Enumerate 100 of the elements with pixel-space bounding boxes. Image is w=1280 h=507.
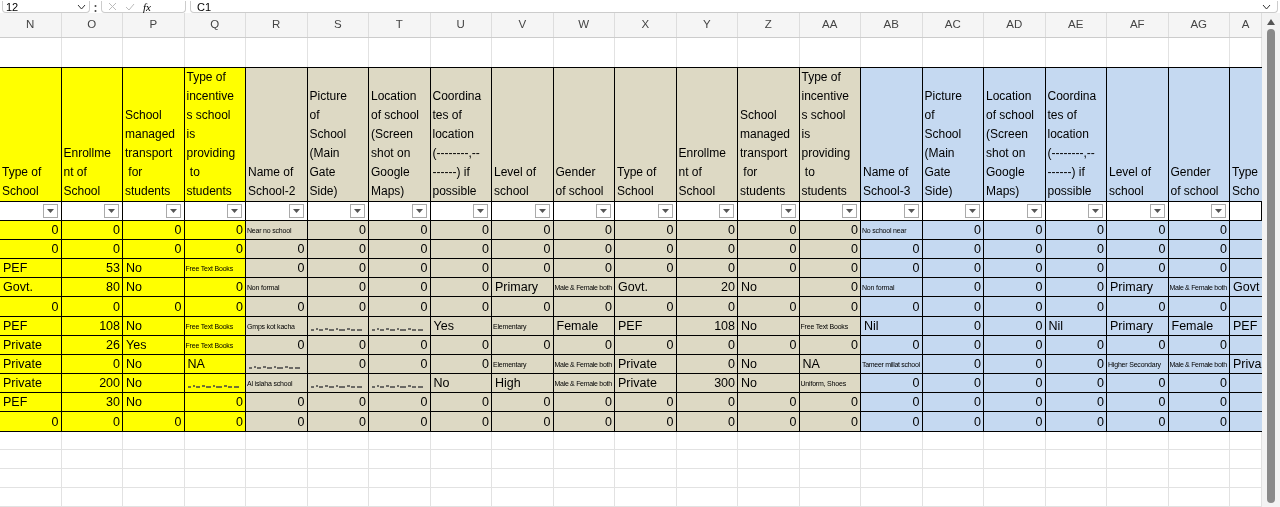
- table-cell: 0: [984, 278, 1046, 298]
- function-label[interactable]: fx: [143, 0, 151, 13]
- filter-dropdown-button[interactable]: [411, 203, 427, 218]
- column-letter[interactable]: AF: [1129, 16, 1145, 34]
- table-header-cell: Type of School: [0, 67, 62, 202]
- column-letter[interactable]: W: [578, 16, 590, 34]
- filter-dropdown-button[interactable]: [473, 203, 488, 218]
- caret-icon: [600, 208, 607, 213]
- table-cell: 0: [184, 412, 246, 432]
- table-cell: 0: [861, 374, 923, 394]
- filter-dropdown-button[interactable]: [42, 203, 58, 218]
- table-cell: 0: [492, 297, 554, 317]
- table-cell: 0: [984, 412, 1046, 432]
- table-header-cell: Coordina tes of location (--------,-- ------) if possible: [430, 67, 492, 202]
- filter-dropdown-button[interactable]: [719, 203, 734, 218]
- filter-dropdown-button[interactable]: [965, 203, 980, 218]
- filter-dropdown-button[interactable]: [104, 203, 119, 218]
- table-header-cell: Picture of School (Main Gate Side): [922, 67, 984, 202]
- column-letter[interactable]: AG: [1190, 16, 1208, 34]
- column-letter[interactable]: V: [518, 16, 527, 34]
- filter-dropdown-button[interactable]: [1026, 203, 1042, 218]
- more-icon[interactable]: [94, 3, 97, 13]
- filter-dropdown-button[interactable]: [1211, 203, 1226, 218]
- table-cell: 0: [799, 393, 861, 413]
- filter-dropdown-button[interactable]: [903, 203, 919, 218]
- table-cell: 0: [738, 297, 800, 317]
- table-cell: 0: [553, 297, 615, 317]
- column-letter[interactable]: T: [395, 16, 403, 34]
- tiny-text-drawing: [371, 326, 425, 331]
- table-cell: 0: [430, 278, 492, 298]
- filter-dropdown-button[interactable]: [780, 203, 796, 218]
- table-cell: 0: [492, 393, 554, 413]
- column-letter[interactable]: Q: [210, 16, 220, 34]
- table-cell: 0: [676, 412, 738, 432]
- filter-dropdown-button[interactable]: [350, 203, 365, 218]
- table-cell: Private: [0, 374, 62, 394]
- table-cell: Primary: [1107, 278, 1169, 298]
- filter-dropdown-button[interactable]: [288, 203, 304, 218]
- column-letter[interactable]: AD: [1006, 16, 1023, 34]
- table-cell: 0: [430, 297, 492, 317]
- table-cell: 0: [676, 297, 738, 317]
- table-cell: 0: [184, 297, 246, 317]
- table-cell: 0: [1107, 412, 1169, 432]
- check-icon[interactable]: [125, 2, 135, 11]
- table-cell: Govt: [1230, 278, 1262, 298]
- table-cell: 200: [61, 374, 123, 394]
- column-letter[interactable]: AB: [883, 16, 899, 34]
- caret-icon: [231, 208, 238, 213]
- caret-icon: [354, 208, 361, 213]
- table-cell: 0: [615, 297, 677, 317]
- table-cell: 0: [984, 393, 1046, 413]
- filter-dropdown-button[interactable]: [1149, 203, 1165, 218]
- caret-icon: [1215, 208, 1222, 213]
- chevron-down-icon: [1262, 3, 1271, 10]
- table-cell: 0: [676, 393, 738, 413]
- column-letter[interactable]: AA: [822, 16, 838, 34]
- column-letter[interactable]: N: [26, 16, 35, 34]
- caret-icon: [477, 208, 484, 213]
- filter-dropdown-button[interactable]: [227, 203, 242, 218]
- vertical-scrollbar[interactable]: [1262, 13, 1280, 507]
- table-cell: 30: [61, 393, 123, 413]
- table-cell: 0: [861, 297, 923, 317]
- column-letter[interactable]: S: [333, 16, 342, 34]
- table-cell: 0: [307, 297, 369, 317]
- filter-dropdown-button[interactable]: [596, 203, 611, 218]
- column-letter[interactable]: R: [272, 16, 281, 34]
- filter-dropdown-button[interactable]: [165, 203, 181, 218]
- table-header-cell: Level of school: [1107, 67, 1169, 202]
- table-cell: 0: [799, 412, 861, 432]
- table-cell: High: [492, 374, 554, 394]
- table-header-cell: Name of School-2: [246, 67, 308, 202]
- table-cell: 0: [184, 278, 246, 298]
- column-letter[interactable]: O: [87, 16, 97, 34]
- table-cell: 0: [922, 412, 984, 432]
- filter-dropdown-button[interactable]: [842, 203, 857, 218]
- column-letter[interactable]: X: [641, 16, 650, 34]
- column-letter[interactable]: P: [149, 16, 158, 34]
- table-cell: 0: [984, 374, 1046, 394]
- caret-icon: [415, 208, 423, 213]
- scroll-up-icon[interactable]: [1267, 19, 1275, 25]
- column-letter[interactable]: A: [1241, 16, 1250, 34]
- table-cell: 0: [307, 412, 369, 432]
- table-header-cell: Type of incentive s school is providing to students: [799, 67, 861, 202]
- filter-dropdown-button[interactable]: [657, 203, 673, 218]
- table-cell: 0: [922, 278, 984, 298]
- table-cell: 0: [1045, 278, 1107, 298]
- table-cell: 0: [246, 412, 308, 432]
- column-letter[interactable]: Y: [702, 16, 711, 34]
- column-letter[interactable]: AC: [944, 16, 961, 34]
- column-letter[interactable]: Z: [764, 16, 772, 34]
- table-cell: 0: [738, 412, 800, 432]
- filter-dropdown-button[interactable]: [534, 203, 550, 218]
- filter-dropdown-button[interactable]: [1088, 203, 1103, 218]
- scrollbar-thumb[interactable]: [1267, 29, 1275, 503]
- table-cell: 0: [0, 412, 62, 432]
- column-letter[interactable]: AE: [1068, 16, 1084, 34]
- caret-icon: [538, 208, 546, 213]
- column-letter[interactable]: U: [456, 16, 465, 34]
- table-cell: 0: [307, 393, 369, 413]
- table-cell: 0: [553, 412, 615, 432]
